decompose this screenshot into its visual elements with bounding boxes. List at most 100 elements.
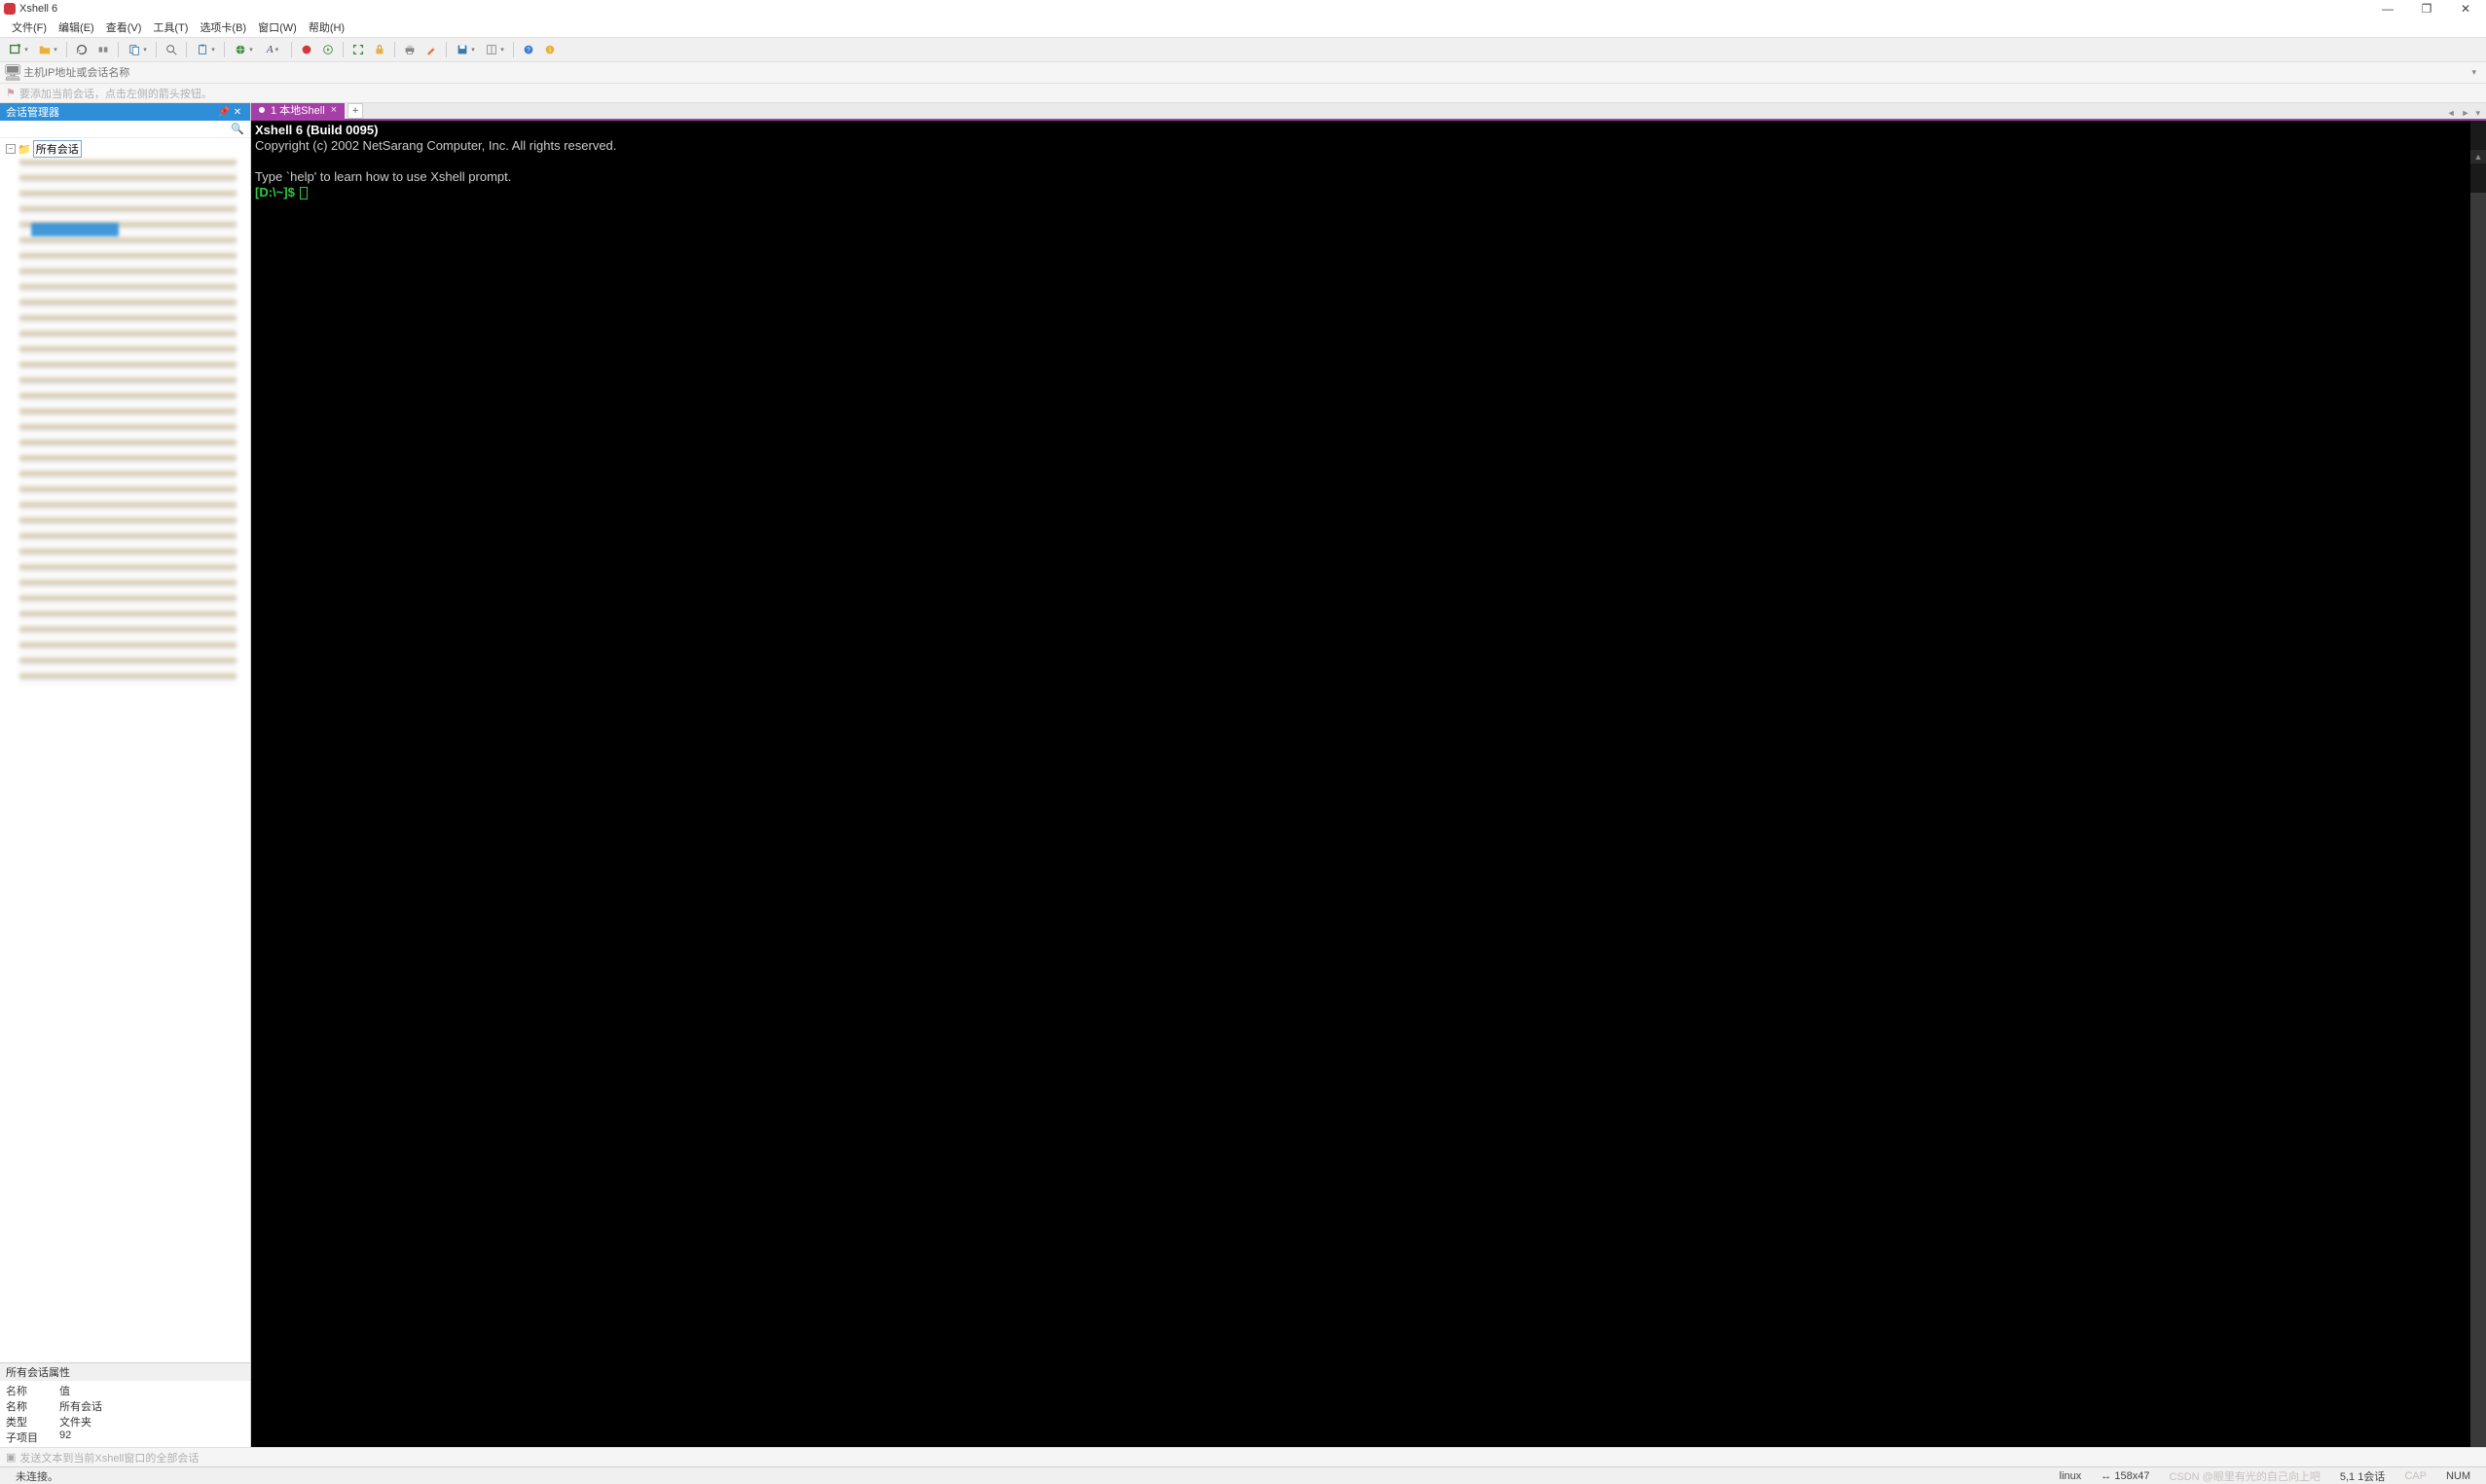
- app-title: Xshell 6: [19, 3, 2377, 15]
- close-button[interactable]: ✕: [2455, 2, 2476, 16]
- menu-window[interactable]: 窗口(W): [252, 18, 303, 36]
- sidebar-close-icon[interactable]: ✕: [231, 107, 244, 118]
- menu-bar: 文件(F) 编辑(E) 查看(V) 工具(T) 选项卡(B) 窗口(W) 帮助(…: [0, 18, 2486, 37]
- tree-items-blurred: [19, 160, 237, 685]
- sidebar-title-bar: 会话管理器 📌 ✕: [0, 103, 250, 121]
- scroll-thumb[interactable]: [2470, 193, 2486, 1447]
- toolbar-separator: [446, 42, 447, 57]
- props-row-key: 名称: [6, 1398, 59, 1414]
- flag-icon: ⚑: [6, 87, 16, 99]
- print-button[interactable]: [401, 41, 419, 58]
- status-os: linux: [2050, 1470, 2092, 1482]
- app-window: Xshell 6 — ❐ ✕ 文件(F) 编辑(E) 查看(V) 工具(T) 选…: [0, 0, 2486, 1484]
- layout-button[interactable]: [482, 41, 507, 58]
- app-icon: [4, 3, 16, 15]
- minimize-button[interactable]: —: [2377, 2, 2398, 16]
- host-icon: 🖥: [6, 66, 19, 80]
- tree-root-label[interactable]: 所有会话: [33, 140, 82, 158]
- sidebar-title: 会话管理器: [6, 104, 217, 120]
- highlight-button[interactable]: [422, 41, 440, 58]
- folder-icon: 📁: [18, 143, 31, 156]
- menu-file[interactable]: 文件(F): [6, 18, 53, 36]
- menu-edit[interactable]: 编辑(E): [53, 18, 100, 36]
- tab-add-button[interactable]: +: [347, 103, 363, 119]
- tab-next-icon[interactable]: ►: [2460, 108, 2472, 119]
- status-pos: 5,1 1会话: [2330, 1468, 2395, 1484]
- session-tree[interactable]: − 📁 所有会话: [0, 138, 250, 1362]
- status-num: NUM: [2436, 1470, 2480, 1482]
- tab-nav: ◄ ► ▾: [2445, 108, 2486, 119]
- status-bar: 未连接。 linux ↔ 158x47 CSDN @眼里有光的自己向上吧 5,1…: [0, 1466, 2486, 1484]
- send-bar[interactable]: ▣ 发送文本到当前Xshell窗口的全部会话: [0, 1447, 2486, 1466]
- toolbar-separator: [291, 42, 292, 57]
- toolbar-separator: [513, 42, 514, 57]
- tab-prev-icon[interactable]: ◄: [2445, 108, 2458, 119]
- status-connection: 未连接。: [6, 1468, 68, 1484]
- hint-bar: ⚑ 要添加当前会话，点击左侧的箭头按钮。: [0, 84, 2486, 103]
- main-area: 会话管理器 📌 ✕ 🔍 − 📁 所有会话 所有会话属性 名称: [0, 103, 2486, 1447]
- globe-button[interactable]: [231, 41, 256, 58]
- props-row-key: 子项目: [6, 1430, 59, 1445]
- open-session-button[interactable]: [35, 41, 60, 58]
- title-bar: Xshell 6 — ❐ ✕: [0, 0, 2486, 18]
- tree-root-node[interactable]: − 📁 所有会话: [2, 140, 248, 158]
- tab-list-icon[interactable]: ▾: [2473, 108, 2482, 119]
- fullscreen-button[interactable]: [349, 41, 367, 58]
- reconnect-button[interactable]: [73, 41, 91, 58]
- play-button[interactable]: [319, 41, 337, 58]
- lock-button[interactable]: [371, 41, 388, 58]
- terminal[interactable]: Xshell 6 (Build 0095) Copyright (c) 2002…: [251, 121, 2486, 1447]
- props-row-val: 92: [59, 1430, 244, 1445]
- menu-view[interactable]: 查看(V): [100, 18, 148, 36]
- info-button[interactable]: i: [541, 41, 559, 58]
- save-button[interactable]: [453, 41, 478, 58]
- pin-icon[interactable]: 📌: [217, 107, 231, 118]
- menu-tools[interactable]: 工具(T): [147, 18, 194, 36]
- new-session-button[interactable]: [6, 41, 31, 58]
- sidebar-session-manager: 会话管理器 📌 ✕ 🔍 − 📁 所有会话 所有会话属性 名称: [0, 103, 251, 1447]
- status-watermark: CSDN @眼里有光的自己向上吧: [2159, 1468, 2329, 1484]
- copy-button[interactable]: [125, 41, 150, 58]
- font-button[interactable]: A: [260, 41, 285, 58]
- help-button[interactable]: ?: [520, 41, 537, 58]
- toolbar-separator: [156, 42, 157, 57]
- props-row-val: 所有会话: [59, 1398, 244, 1414]
- search-icon[interactable]: 🔍: [231, 123, 244, 135]
- status-caps: CAP: [2395, 1470, 2436, 1482]
- address-dropdown-button[interactable]: ▾: [2468, 67, 2480, 78]
- properties-title: 所有会话属性: [0, 1363, 250, 1381]
- disconnect-button[interactable]: [94, 41, 112, 58]
- send-bar-placeholder: 发送文本到当前Xshell窗口的全部会话: [19, 1450, 199, 1466]
- hint-text: 要添加当前会话，点击左侧的箭头按钮。: [19, 86, 212, 101]
- expander-icon[interactable]: −: [6, 144, 16, 154]
- prompt-icon: ▣: [6, 1451, 16, 1464]
- toolbar-separator: [66, 42, 67, 57]
- svg-text:?: ?: [527, 48, 530, 54]
- toolbar-separator: [343, 42, 344, 57]
- tab-unsaved-dot-icon: [259, 107, 265, 113]
- props-header-value: 值: [59, 1383, 244, 1398]
- terminal-line: Xshell 6 (Build 0095): [255, 123, 378, 137]
- menu-help[interactable]: 帮助(H): [303, 18, 350, 36]
- terminal-area: 1 本地Shell × + ◄ ► ▾ Xshell 6 (Build 0095…: [251, 103, 2486, 1447]
- maximize-button[interactable]: ❐: [2416, 2, 2437, 16]
- find-button[interactable]: [163, 41, 180, 58]
- toolbar-separator: [118, 42, 119, 57]
- props-header-name: 名称: [6, 1383, 59, 1398]
- toolbar-separator: [394, 42, 395, 57]
- tab-close-icon[interactable]: ×: [331, 104, 337, 116]
- xshell-icon-button[interactable]: [298, 41, 315, 58]
- terminal-prompt: [D:\~]$: [255, 185, 298, 199]
- terminal-scrollbar[interactable]: ▲ ▼: [2470, 121, 2486, 1447]
- sidebar-search-row: 🔍: [0, 121, 250, 138]
- props-row-key: 类型: [6, 1414, 59, 1430]
- scroll-up-icon[interactable]: ▲: [2470, 150, 2486, 163]
- address-input[interactable]: [23, 67, 2468, 79]
- tab-strip: 1 本地Shell × + ◄ ► ▾: [251, 103, 2486, 121]
- tab-local-shell[interactable]: 1 本地Shell ×: [251, 103, 345, 119]
- tree-selected-item: [31, 223, 119, 236]
- terminal-line: Copyright (c) 2002 NetSarang Computer, I…: [255, 138, 616, 153]
- paste-button[interactable]: [193, 41, 218, 58]
- tab-label: 1 本地Shell: [271, 103, 325, 118]
- menu-tabs[interactable]: 选项卡(B): [194, 18, 252, 36]
